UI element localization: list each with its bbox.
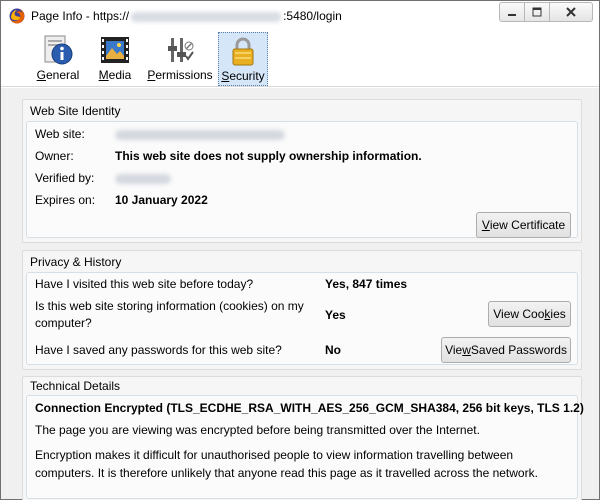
- owner-value: This web site does not supply ownership …: [115, 149, 422, 163]
- encryption-explanation-line2: computers. It is therefore unlikely that…: [35, 466, 538, 480]
- technical-title: Technical Details: [30, 379, 121, 393]
- privacy-title: Privacy & History: [30, 255, 122, 269]
- firefox-icon: [9, 8, 25, 24]
- view-saved-passwords-button[interactable]: Vie w Saved Passwords: [441, 337, 571, 363]
- encryption-note: The page you are viewing was encrypted b…: [35, 423, 480, 437]
- page-info-window: Page Info - https:// :5480/login General: [0, 0, 600, 500]
- title-suffix: :5480/login: [283, 9, 342, 23]
- tab-media[interactable]: Media: [94, 32, 136, 86]
- verified-value-redacted: [115, 174, 171, 184]
- encryption-explanation-line1: Encryption makes it difficult for unauth…: [35, 448, 514, 462]
- window-controls: [499, 2, 593, 22]
- window-title: Page Info - https:// :5480/login: [31, 9, 342, 23]
- tab-permissions[interactable]: Permissions: [146, 32, 214, 86]
- info-icon: [44, 35, 73, 65]
- tab-media-label: Media: [98, 68, 132, 82]
- cookies-question-line2: computer?: [35, 316, 92, 330]
- owner-label: Owner:: [35, 149, 74, 163]
- maximize-button[interactable]: [524, 2, 550, 22]
- tab-general[interactable]: General: [35, 32, 81, 86]
- security-panel: Web Site Identity Web site: Owner: This …: [1, 88, 599, 500]
- technical-group: Connection Encrypted (TLS_ECDHE_RSA_WITH…: [26, 395, 584, 499]
- padlock-icon: [232, 37, 254, 66]
- close-button[interactable]: [549, 2, 593, 22]
- permissions-icon: [168, 38, 194, 62]
- expires-label: Expires on:: [35, 193, 96, 207]
- website-label: Web site:: [35, 127, 85, 141]
- expires-value: 10 January 2022: [115, 193, 208, 207]
- close-icon: [566, 7, 576, 17]
- view-cookies-button[interactable]: View Coo k ies: [488, 301, 571, 327]
- tab-security[interactable]: Security: [218, 32, 268, 86]
- identity-group: Web site: Owner: This web site does not …: [26, 121, 578, 238]
- connection-status: Connection Encrypted (TLS_ECDHE_RSA_WITH…: [35, 401, 584, 415]
- tab-permissions-label: Permissions: [147, 68, 213, 82]
- passwords-answer: No: [325, 343, 341, 357]
- identity-title: Web Site Identity: [30, 104, 121, 118]
- title-prefix: Page Info - https://: [31, 9, 130, 23]
- visited-question: Have I visited this web site before toda…: [35, 277, 254, 291]
- visited-answer: Yes, 847 times: [325, 277, 408, 291]
- minimize-icon: [508, 14, 516, 16]
- tab-general-label: General: [36, 68, 80, 82]
- media-icon: [101, 37, 129, 63]
- passwords-question: Have I saved any passwords for this web …: [35, 343, 282, 357]
- view-certificate-button[interactable]: View Certificate: [476, 212, 571, 238]
- title-bar[interactable]: Page Info - https:// :5480/login: [1, 1, 599, 31]
- cookies-question-line1: Is this web site storing information (co…: [35, 299, 304, 313]
- cookies-answer: Yes: [325, 308, 346, 322]
- tab-security-label: Security: [221, 69, 265, 83]
- verified-label: Verified by:: [35, 171, 95, 185]
- privacy-group: Have I visited this web site before toda…: [26, 272, 578, 365]
- minimize-button[interactable]: [499, 2, 525, 22]
- tab-toolbar: General Media Permissions Security: [1, 31, 599, 87]
- redacted-host: [131, 11, 282, 22]
- maximize-icon: [532, 7, 542, 17]
- website-value-redacted: [115, 130, 285, 140]
